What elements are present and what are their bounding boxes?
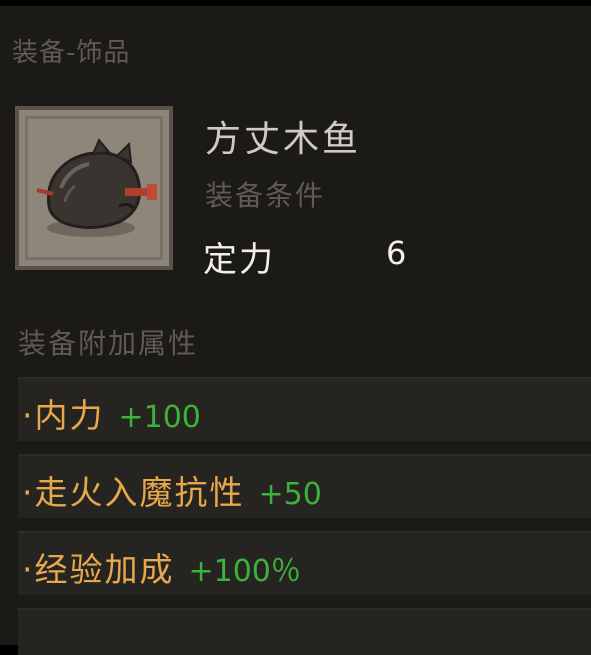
item-name: 方丈木鱼 [205, 119, 362, 160]
attribute-line: ·经验加成 +100％ [22, 543, 301, 591]
attribute-name: ·走火入魔抗性 [22, 473, 245, 512]
item-icon-slot[interactable] [15, 106, 173, 270]
attribute-row: ·内力 +100 [18, 377, 591, 441]
attribute-value: +100 [118, 400, 201, 435]
requirement-title: 装备条件 [205, 179, 326, 212]
item-tooltip-panel: 装备-饰品 方丈木鱼 装备条件 定力 6 装备附加属性 ·内力 +100 ·走火… [0, 0, 591, 655]
attribute-name: ·内力 [22, 396, 105, 435]
requirement-stat-name: 定力 [203, 240, 275, 280]
requirement-stat-value: 6 [386, 234, 407, 272]
attribute-line: ·走火入魔抗性 +50 [22, 466, 322, 514]
attribute-row-empty [18, 608, 591, 655]
wooden-fish-icon [36, 138, 157, 237]
attribute-row: ·走火入魔抗性 +50 [18, 454, 591, 518]
attribute-value: +50 [258, 477, 322, 512]
attributes-title: 装备附加属性 [18, 327, 199, 360]
attribute-line: ·内力 +100 [22, 389, 201, 437]
attribute-name: ·经验加成 [22, 550, 175, 589]
section-title: 装备-饰品 [12, 38, 131, 68]
attribute-row: ·经验加成 +100％ [18, 531, 591, 595]
attribute-value: +100％ [188, 554, 301, 589]
